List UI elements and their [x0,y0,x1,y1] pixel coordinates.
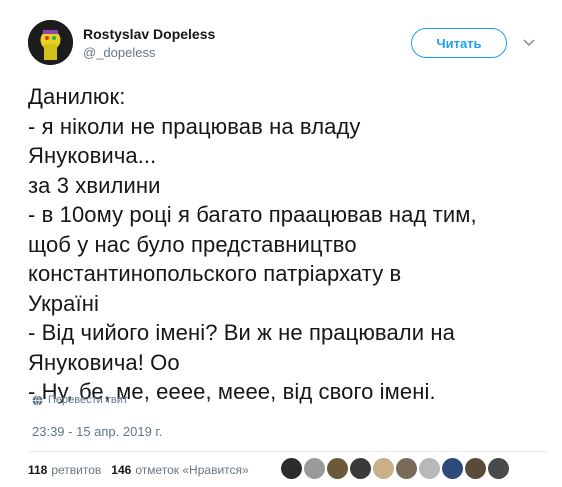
tweet-text-line: - в 10ому році я багато праацював над ти… [28,202,477,227]
retweets-label: ретвитов [51,463,102,477]
liker-avatar[interactable] [350,458,371,479]
translate-label: Перевести твит [48,394,128,406]
liker-avatar[interactable] [419,458,440,479]
tweet-text-line: Януковича! Оо [28,349,180,375]
divider [28,451,548,452]
username[interactable]: @_dopeless [83,45,215,61]
tweet-text-line: - я ніколи не працював на владу [28,113,361,139]
tweet-text-line: - Від чийого імені? Ви ж не працювали на [28,320,455,345]
liker-avatar[interactable] [304,458,325,479]
user-info: Rostyslav Dopeless @_dopeless [83,26,215,61]
liker-avatar[interactable] [442,458,463,479]
likes-count: 146 [111,463,132,477]
tweet-text-line: Данилюк: [28,84,126,109]
globe-icon [32,394,43,406]
tweet-text-line: Януковича... [28,143,157,168]
user-avatar[interactable] [28,20,73,65]
tweet-text-line: за 3 хвилини [28,172,161,198]
likes-label: отметок «Нравится» [135,463,249,477]
liker-avatar[interactable] [373,458,394,479]
tweet-text-line: щоб у нас було представництво [28,231,357,257]
liker-avatar[interactable] [488,458,509,479]
tweet-text: Данилюк: - я ніколи не працював на владу Я… [28,82,548,407]
display-name[interactable]: Rostyslav Dopeless [83,26,215,42]
liker-avatar[interactable] [327,458,348,479]
likers-avatars [281,458,511,479]
tweet-text-line: Україні [28,290,99,316]
avatar-image [28,20,73,65]
tweet-card: Rostyslav Dopeless @_dopeless Читать Дан… [0,0,562,487]
translate-link[interactable]: Перевести твит [32,394,128,406]
retweets-stat[interactable]: 118 ретвитов [28,463,101,477]
tweet-text-line: константинопольского патріархату в [28,261,402,286]
retweets-count: 118 [28,463,48,477]
liker-avatar[interactable] [281,458,302,479]
likes-stat[interactable]: 146 отметок «Нравится» [111,463,248,477]
timestamp[interactable]: 23:39 - 15 апр. 2019 г. [32,424,162,439]
follow-button[interactable]: Читать [411,28,507,58]
liker-avatar[interactable] [396,458,417,479]
liker-avatar[interactable] [465,458,486,479]
chevron-down-icon[interactable] [522,38,536,48]
tweet-stats: 118 ретвитов 146 отметок «Нравится» [28,463,259,477]
